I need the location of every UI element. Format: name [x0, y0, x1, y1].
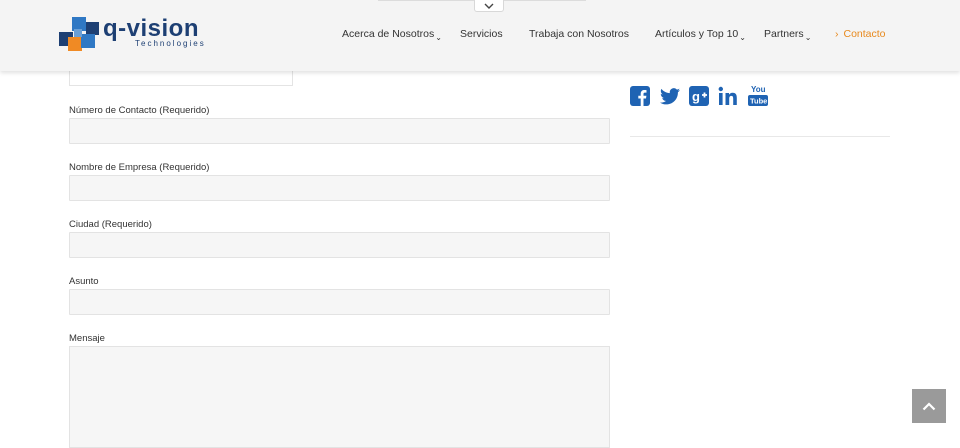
chevron-down-icon: ⌄ — [804, 33, 812, 42]
chevron-down-icon: ⌄ — [435, 33, 442, 42]
chevron-down-icon — [484, 3, 494, 9]
chevron-right-icon: › — [835, 28, 839, 40]
youtube-icon[interactable]: You Tube — [748, 84, 768, 108]
chevron-up-icon — [922, 401, 936, 410]
nav-label: Acerca de Nosotros — [342, 28, 435, 40]
nav-item-contacto[interactable]: › Contacto — [835, 28, 886, 40]
nav-label: Artículos y Top 10 — [655, 28, 739, 40]
nav-item-partners[interactable]: Partners⌄ — [764, 28, 812, 42]
nav-item-acerca[interactable]: Acerca de Nosotros⌄ — [342, 28, 442, 42]
contact-number-label: Número de Contacto (Requerido) — [69, 105, 210, 116]
nav-label: Trabaja con Nosotros — [529, 28, 629, 40]
back-to-top-button[interactable] — [912, 389, 946, 423]
chevron-down-icon: ⌄ — [739, 33, 746, 42]
message-textarea[interactable] — [69, 346, 610, 448]
logo-tagline: Technologies — [135, 39, 206, 48]
message-label: Mensaje — [69, 333, 105, 344]
city-input[interactable] — [69, 232, 610, 258]
logo-cubes-icon — [59, 17, 99, 51]
city-label: Ciudad (Requerido) — [69, 219, 152, 230]
subject-label: Asunto — [69, 276, 99, 287]
nav-item-servicios[interactable]: Servicios — [460, 28, 503, 40]
google-plus-icon[interactable]: g — [689, 86, 709, 106]
logo[interactable]: q-vision Technologies — [59, 15, 209, 53]
svg-text:g: g — [692, 89, 700, 104]
nav-label: Servicios — [460, 28, 503, 40]
linkedin-icon[interactable] — [718, 86, 738, 106]
nav-label: Partners — [764, 28, 804, 40]
svg-text:You: You — [751, 85, 766, 94]
nav-label: Contacto — [843, 28, 886, 40]
contact-number-input[interactable] — [69, 118, 610, 144]
sidebar-divider — [630, 136, 890, 137]
nav-item-trabaja[interactable]: Trabaja con Nosotros — [529, 28, 629, 40]
nav-item-articulos[interactable]: Artículos y Top 10⌄ — [655, 28, 746, 42]
facebook-icon[interactable] — [630, 86, 650, 106]
svg-text:Tube: Tube — [750, 97, 767, 106]
company-name-input[interactable] — [69, 175, 610, 201]
header-toggle-tab[interactable] — [474, 0, 504, 12]
twitter-icon[interactable] — [660, 88, 680, 105]
subject-input[interactable] — [69, 289, 610, 315]
site-header: q-vision Technologies Acerca de Nosotros… — [0, 0, 960, 71]
company-name-label: Nombre de Empresa (Requerido) — [69, 162, 210, 173]
